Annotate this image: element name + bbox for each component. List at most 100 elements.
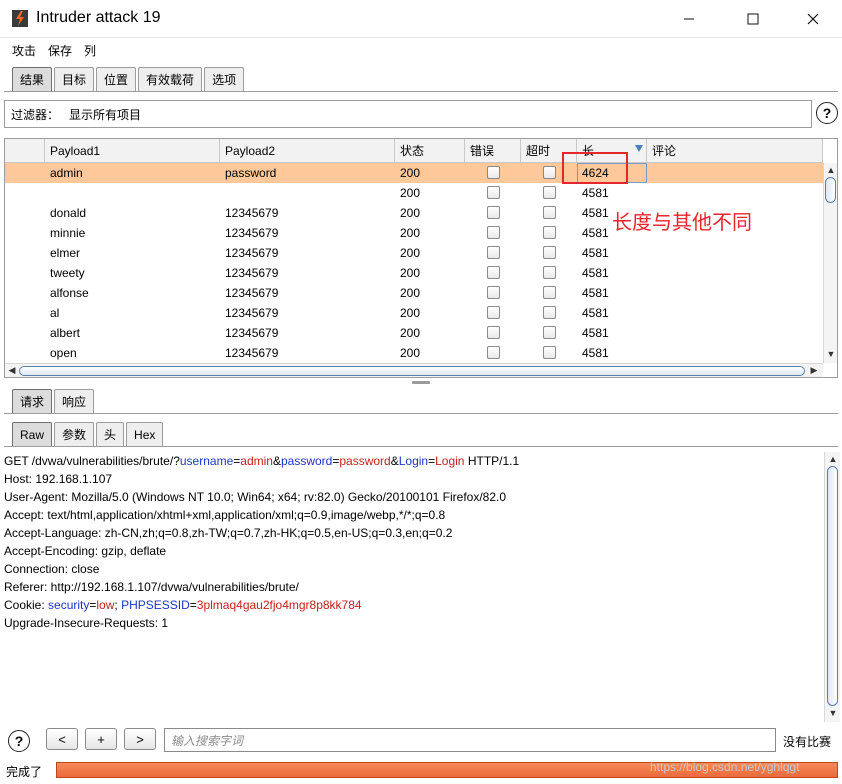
cell-length: 4581	[582, 306, 609, 320]
status-text: 完成了	[6, 765, 43, 779]
tab-results[interactable]: 结果	[12, 67, 53, 91]
menu-columns[interactable]: 列	[84, 42, 96, 59]
table-row[interactable]: open 12345679 200 4581	[5, 343, 823, 363]
cell-length: 4581	[582, 246, 609, 260]
search-input[interactable]: 输入搜索字词	[164, 728, 776, 752]
col-status[interactable]: 状态	[395, 139, 465, 162]
pane-splitter[interactable]	[0, 380, 842, 386]
error-checkbox	[487, 206, 500, 219]
scroll-right-icon[interactable]: ▶	[809, 365, 819, 375]
help-icon[interactable]: ?	[8, 730, 30, 752]
error-checkbox	[487, 326, 500, 339]
cell-payload2: 12345679	[225, 346, 279, 360]
tab-raw[interactable]: Raw	[12, 422, 53, 446]
cell-status: 200	[400, 246, 421, 260]
table-row[interactable]: albert 12345679 200 4581	[5, 323, 823, 343]
col-request[interactable]	[5, 139, 45, 162]
tab-response[interactable]: 响应	[54, 389, 95, 413]
cell-status: 200	[400, 226, 421, 240]
table-row[interactable]: al 12345679 200 4581	[5, 303, 823, 323]
table-row[interactable]: elmer 12345679 200 4581	[5, 243, 823, 263]
tab-hex[interactable]: Hex	[126, 422, 164, 446]
timeout-checkbox	[543, 266, 556, 279]
timeout-checkbox	[543, 306, 556, 319]
col-payload2[interactable]: Payload2	[220, 139, 395, 162]
col-error[interactable]: 错误	[465, 139, 521, 162]
cell-payload1: open	[50, 346, 77, 360]
tab-target[interactable]: 目标	[54, 67, 95, 91]
error-checkbox	[487, 346, 500, 359]
header-line: Upgrade-Insecure-Requests: 1	[4, 616, 169, 630]
cell-length: 4581	[582, 346, 609, 360]
close-button[interactable]	[790, 0, 836, 38]
table-row[interactable]: 200 4581	[5, 183, 823, 203]
error-checkbox	[487, 186, 500, 199]
tab-payloads[interactable]: 有效载荷	[138, 67, 203, 91]
filter-value: 显示所有项目	[69, 107, 142, 122]
filter-bar[interactable]: 过滤器： 显示所有项目	[4, 100, 812, 128]
cell-payload1: minnie	[50, 226, 86, 240]
scroll-up-icon[interactable]: ▲	[828, 454, 838, 464]
scroll-thumb[interactable]	[827, 466, 838, 706]
help-icon[interactable]: ?	[816, 102, 838, 124]
cell-payload1: alfonse	[50, 286, 89, 300]
header-line: Host: 192.168.1.107	[4, 472, 113, 486]
maximize-icon	[747, 13, 759, 25]
scroll-left-icon[interactable]: ◀	[7, 365, 17, 375]
cell-status: 200	[400, 166, 421, 180]
tab-params[interactable]: 参数	[54, 422, 95, 446]
menu-attack[interactable]: 攻击	[12, 42, 36, 59]
request-editor[interactable]: GET /dvwa/vulnerabilities/brute/?usernam…	[2, 452, 824, 722]
cell-payload2: 12345679	[225, 266, 279, 280]
cell-payload2: 12345679	[225, 306, 279, 320]
table-horizontal-scrollbar[interactable]: ◀ ▶	[5, 363, 823, 377]
burp-logo-icon	[12, 10, 28, 27]
header-line: Connection: close	[4, 562, 100, 576]
cell-status: 200	[400, 346, 421, 360]
annotation-text: 长度与其他不同	[612, 210, 752, 234]
request-scrollbar[interactable]: ▲ ▼	[824, 452, 840, 722]
results-table: Payload1 Payload2 状态 错误 超时 长 评论 admin pas…	[4, 138, 838, 378]
sort-desc-icon	[635, 145, 643, 152]
tab-positions[interactable]: 位置	[96, 67, 137, 91]
cell-length: 4581	[582, 266, 609, 280]
window-title: Intruder attack 19	[36, 9, 161, 26]
splitter-grip[interactable]	[412, 381, 430, 384]
col-comment[interactable]: 评论	[647, 139, 823, 162]
timeout-checkbox	[543, 346, 556, 359]
table-row[interactable]: tweety 12345679 200 4581	[5, 263, 823, 283]
header-line: Accept: text/html,application/xhtml+xml,…	[4, 508, 446, 522]
scroll-down-icon[interactable]: ▼	[828, 708, 838, 718]
col-payload1[interactable]: Payload1	[45, 139, 220, 162]
table-vertical-scrollbar[interactable]: ▲ ▼	[823, 163, 837, 363]
table-header: Payload1 Payload2 状态 错误 超时 长 评论	[5, 139, 823, 163]
minimize-button[interactable]	[666, 0, 712, 38]
cell-status: 200	[400, 186, 421, 200]
header-line: Accept-Language: zh-CN,zh;q=0.8,zh-TW;q=…	[4, 526, 453, 540]
scroll-thumb[interactable]	[825, 177, 836, 203]
timeout-checkbox	[543, 246, 556, 259]
watermark: https://blog.csdn.net/yghlqgt	[650, 760, 800, 774]
top-tabs: 结果 目标 位置 有效载荷 选项	[12, 67, 245, 91]
scroll-down-icon[interactable]: ▼	[826, 349, 836, 359]
prev-match-button[interactable]: <	[46, 728, 78, 750]
cell-payload1: albert	[50, 326, 81, 340]
tab-request[interactable]: 请求	[12, 389, 53, 413]
header-line: User-Agent: Mozilla/5.0 (Windows NT 10.0…	[4, 490, 507, 504]
scroll-up-icon[interactable]: ▲	[826, 165, 836, 175]
next-match-button[interactable]: >	[124, 728, 156, 750]
tab-options[interactable]: 选项	[204, 67, 245, 91]
header-line: Referer: http://192.168.1.107/dvwa/vulne…	[4, 580, 299, 594]
add-button[interactable]: +	[85, 728, 117, 750]
search-bar: ? < + > 输入搜索字词 没有比赛	[0, 724, 842, 758]
table-row[interactable]: alfonse 12345679 200 4581	[5, 283, 823, 303]
table-row[interactable]: admin password 200 4624	[5, 163, 823, 183]
cell-length: 4581	[582, 286, 609, 300]
tab-divider-2	[4, 413, 838, 414]
cell-status: 200	[400, 206, 421, 220]
maximize-button[interactable]	[730, 0, 776, 38]
match-count: 没有比赛	[783, 735, 832, 749]
tab-headers[interactable]: 头	[96, 422, 125, 446]
menu-save[interactable]: 保存	[48, 42, 72, 59]
scroll-thumb-horizontal[interactable]	[19, 366, 805, 376]
